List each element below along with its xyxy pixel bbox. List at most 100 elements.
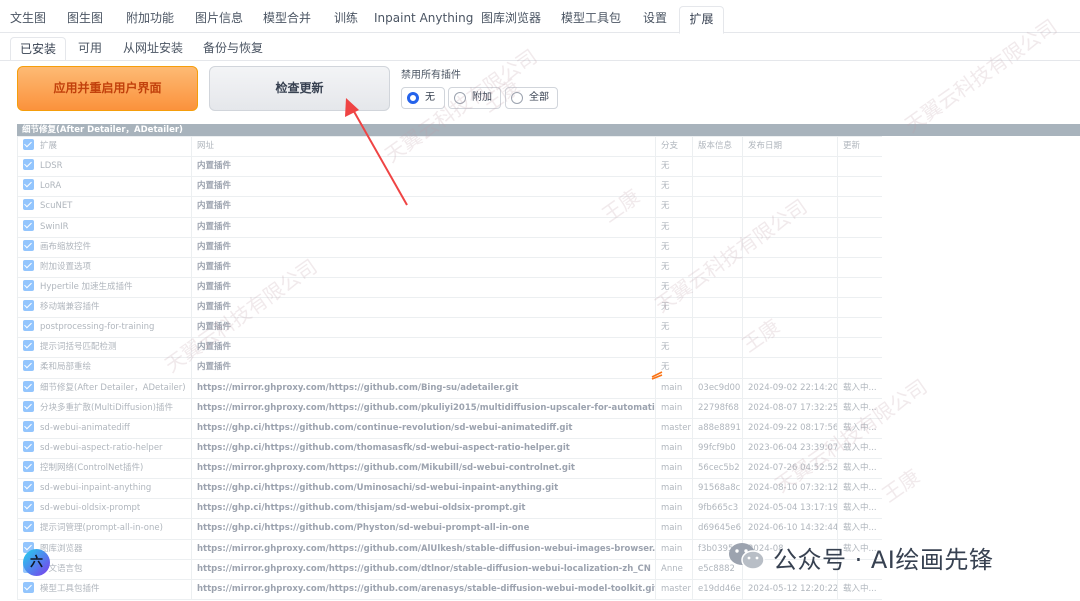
cell-url[interactable]: https://mirror.ghproxy.com/https://githu…: [191, 558, 656, 580]
cell-url[interactable]: https://ghp.ci/https://github.com/Uminos…: [191, 478, 656, 500]
enabled-checkbox-icon[interactable]: [23, 159, 34, 171]
cell-extension: sd-webui-animatediff: [17, 417, 192, 439]
cell-url[interactable]: 内置插件: [191, 196, 656, 218]
enabled-checkbox-icon[interactable]: [23, 259, 34, 271]
cell-extension: 柔和局部重绘: [17, 357, 192, 379]
table-row: 提示词管理(prompt-all-in-one) https://ghp.ci/h…: [17, 518, 882, 540]
cell-url[interactable]: 内置插件: [191, 296, 656, 319]
cell-url[interactable]: https://ghp.ci/https://github.com/contin…: [191, 417, 656, 439]
cell-branch: main: [655, 518, 693, 540]
tab-train[interactable]: 训练: [328, 6, 364, 33]
cell-update: 载入中...: [837, 478, 882, 500]
enabled-checkbox-icon[interactable]: [23, 461, 34, 473]
cell-update: [837, 256, 882, 278]
enabled-checkbox-icon[interactable]: [23, 501, 34, 513]
enabled-checkbox-icon[interactable]: [23, 340, 34, 352]
cell-url[interactable]: 内置插件: [191, 357, 656, 379]
tab-model-toolkit[interactable]: 模型工具包: [556, 6, 626, 33]
enabled-checkbox-icon[interactable]: [23, 300, 34, 312]
extension-name: LoRA: [40, 181, 62, 192]
cell-url[interactable]: 内置插件: [191, 317, 656, 339]
cell-url[interactable]: https://mirror.ghproxy.com/https://githu…: [191, 538, 656, 560]
tab-txt2img[interactable]: 文生图: [4, 6, 52, 33]
cell-date: [742, 236, 838, 258]
cell-url[interactable]: https://ghp.ci/https://github.com/Physto…: [191, 518, 656, 540]
cell-date: [742, 176, 838, 198]
cell-date: [742, 357, 838, 379]
cell-url[interactable]: 内置插件: [191, 156, 656, 178]
enabled-checkbox-icon[interactable]: [23, 400, 34, 412]
extension-name: 移动端兼容插件: [40, 302, 100, 313]
cell-url[interactable]: 内置插件: [191, 216, 656, 238]
extensions-table-body: LDSR 内置插件无 LoRA 内置插件无 ScuNET 内置插件无 SwinIR 内置插件无…: [17, 156, 882, 600]
cell-extension: Hypertile 加速生成插件: [17, 276, 192, 299]
header-url: 网址: [191, 136, 656, 158]
cell-branch: 无: [655, 276, 693, 299]
tab-image-browser[interactable]: 图库浏览器: [476, 6, 546, 33]
table-row: 细节修复(After Detailer，ADetailer) https://mi…: [17, 377, 882, 399]
cell-version: 91568a8c: [692, 478, 743, 500]
cell-url[interactable]: 内置插件: [191, 256, 656, 278]
cell-url[interactable]: https://mirror.ghproxy.com/https://githu…: [191, 457, 656, 480]
enabled-checkbox-icon[interactable]: [23, 219, 34, 231]
tab-extensions[interactable]: 扩展: [679, 6, 724, 34]
radio-extra[interactable]: 附加: [448, 87, 501, 109]
cell-version: d69645e6: [692, 518, 743, 540]
cell-url[interactable]: 内置插件: [191, 236, 656, 258]
floating-badge[interactable]: 六: [23, 549, 50, 576]
cell-version: [692, 337, 743, 359]
cell-update: 载入中...: [837, 437, 882, 460]
cell-url[interactable]: https://ghp.ci/https://github.com/thisja…: [191, 498, 656, 520]
tab-extras[interactable]: 附加功能: [118, 6, 182, 33]
select-all-checkbox-icon[interactable]: [23, 139, 34, 151]
enabled-checkbox-icon[interactable]: [23, 279, 34, 291]
table-row: 柔和局部重绘 内置插件无: [17, 357, 882, 379]
radio-all[interactable]: 全部: [505, 87, 558, 109]
subtab-available[interactable]: 可用: [72, 37, 108, 61]
enabled-checkbox-icon[interactable]: [23, 420, 34, 432]
enabled-checkbox-icon[interactable]: [23, 581, 34, 593]
radio-none-label: 无: [425, 92, 435, 103]
cell-date: 2024-05-12 12:20:22: [742, 578, 838, 600]
table-row: 移动端兼容插件 内置插件无: [17, 296, 882, 319]
cell-date: [742, 337, 838, 359]
subtab-install-from-url[interactable]: 从网址安装: [118, 37, 188, 61]
enabled-checkbox-icon[interactable]: [23, 239, 34, 251]
tab-settings[interactable]: 设置: [636, 6, 674, 33]
extension-name: 画布缩放控件: [40, 241, 92, 252]
cell-branch: 无: [655, 236, 693, 258]
cell-url[interactable]: 内置插件: [191, 276, 656, 299]
cell-url[interactable]: https://mirror.ghproxy.com/https://githu…: [191, 377, 656, 399]
cell-date: [742, 296, 838, 319]
enabled-checkbox-icon[interactable]: [23, 521, 34, 533]
subtab-installed[interactable]: 已安装: [10, 37, 66, 61]
table-row: 附加设置选项 内置插件无: [17, 256, 882, 278]
cell-url[interactable]: https://mirror.ghproxy.com/https://githu…: [191, 397, 656, 419]
enabled-checkbox-icon[interactable]: [23, 440, 34, 452]
cell-url[interactable]: 内置插件: [191, 176, 656, 198]
cell-url[interactable]: https://ghp.ci/https://github.com/thomas…: [191, 437, 656, 460]
enabled-checkbox-icon[interactable]: [23, 179, 34, 191]
tab-png-info[interactable]: 图片信息: [188, 6, 250, 33]
cell-url[interactable]: https://mirror.ghproxy.com/https://githu…: [191, 578, 656, 600]
tab-checkpoint-merger[interactable]: 模型合并: [256, 6, 318, 33]
enabled-checkbox-icon[interactable]: [23, 199, 34, 211]
cell-branch: main: [655, 538, 693, 560]
enabled-checkbox-icon[interactable]: [23, 380, 34, 392]
subtab-backup-restore[interactable]: 备份与恢复: [198, 37, 268, 61]
enabled-checkbox-icon[interactable]: [23, 320, 34, 332]
check-for-updates-button[interactable]: 检查更新: [209, 66, 390, 111]
cell-branch: 无: [655, 256, 693, 278]
cell-url[interactable]: 内置插件: [191, 337, 656, 359]
cell-update: 载入中...: [837, 498, 882, 520]
cell-extension: SwinIR: [17, 216, 192, 238]
radio-none[interactable]: 无: [401, 87, 445, 109]
enabled-checkbox-icon[interactable]: [23, 360, 34, 372]
extension-name: 附加设置选项: [40, 261, 92, 272]
tab-img2img[interactable]: 图生图: [60, 6, 110, 33]
cell-date: 2024-08-07 17:32:25: [742, 397, 838, 419]
enabled-checkbox-icon[interactable]: [23, 481, 34, 493]
tab-inpaint-anything[interactable]: Inpaint Anything: [374, 6, 473, 33]
apply-and-restart-button[interactable]: 应用并重启用户界面: [17, 66, 198, 111]
extension-name: sd-webui-oldsix-prompt: [40, 503, 141, 514]
